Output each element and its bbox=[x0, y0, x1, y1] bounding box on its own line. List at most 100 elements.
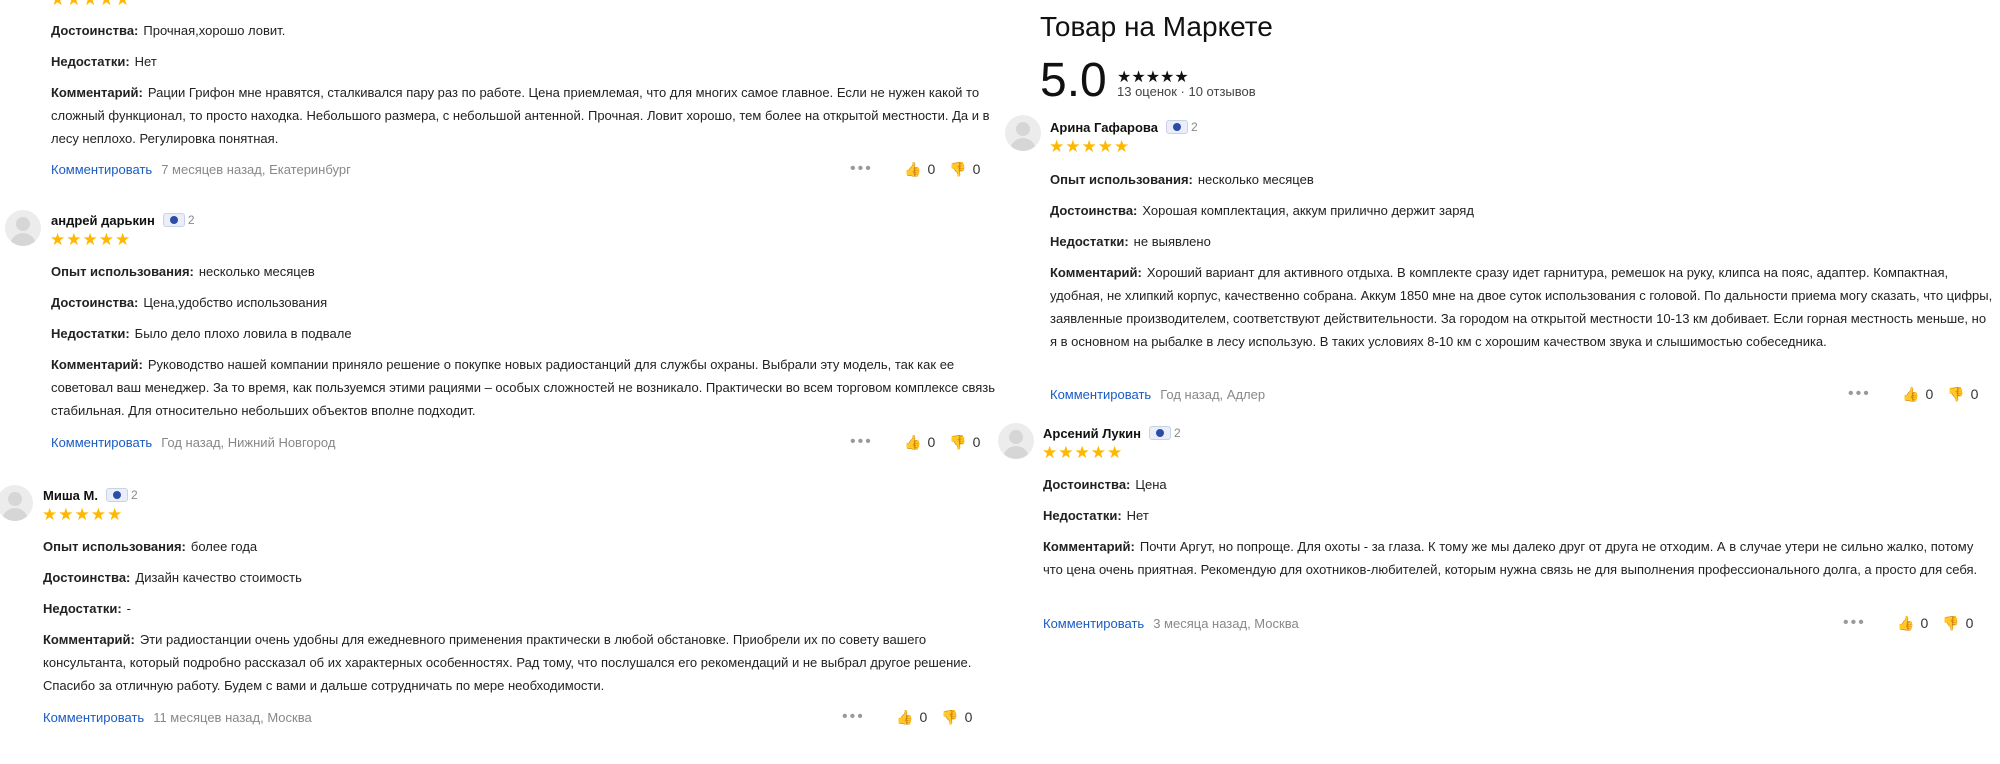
author-name[interactable]: андрей дарькин bbox=[51, 213, 155, 228]
cons-value: - bbox=[126, 601, 132, 616]
comment-field: Комментарий: Руководство нашей компании п… bbox=[51, 353, 996, 422]
review-actions: ••• 👍 0 👎 0 bbox=[1843, 613, 1973, 633]
star-icon: ★ bbox=[58, 505, 74, 524]
star-icon: ★ bbox=[1065, 137, 1081, 156]
reply-link[interactable]: Комментировать bbox=[51, 435, 152, 450]
review-meta: Комментировать 3 месяца назад, Москва bbox=[1043, 613, 1299, 633]
star-icon: ★ bbox=[1097, 137, 1113, 156]
star-icon: ★ bbox=[98, 230, 114, 249]
pros-field: Достоинства: Дизайн качество стоимость bbox=[43, 566, 302, 589]
cons-label: Недостатки: bbox=[43, 601, 122, 616]
star-icon: ★ bbox=[83, 0, 98, 9]
more-options-icon[interactable]: ••• bbox=[842, 708, 882, 726]
cons-label: Недостатки: bbox=[51, 326, 130, 341]
comment-field: Комментарий: Эти радиостанции очень удобн… bbox=[43, 628, 983, 697]
like-button[interactable]: 👍 0 bbox=[904, 434, 935, 451]
experience-value: несколько месяцев bbox=[1197, 172, 1314, 187]
rating-stars: ★★★★★ bbox=[1049, 138, 1129, 156]
pros-value: Цена bbox=[1135, 477, 1167, 492]
star-icon: ★ bbox=[42, 505, 58, 524]
thumb-up-icon: 👍 bbox=[904, 433, 922, 450]
rating-stars: ★★★★★ bbox=[50, 231, 130, 249]
review-date-location: 3 месяца назад, Москва bbox=[1153, 615, 1299, 631]
author-name[interactable]: Арина Гафарова bbox=[1050, 120, 1158, 135]
pros-label: Достоинства: bbox=[51, 295, 139, 310]
star-icon: ★ bbox=[1042, 443, 1058, 462]
reply-link[interactable]: Комментировать bbox=[1050, 387, 1151, 402]
rating-stars: ★★★★★ bbox=[1042, 444, 1122, 462]
cons-field: Недостатки: Было дело плохо ловила в подв… bbox=[51, 322, 352, 345]
thumb-up-icon: 👍 bbox=[1897, 614, 1915, 631]
average-rating: 5.0 bbox=[1040, 54, 1107, 107]
cons-value: не выявлено bbox=[1133, 234, 1211, 249]
avatar bbox=[998, 423, 1034, 459]
author-line: Арина Гафарова 2 bbox=[1050, 117, 1198, 137]
star-icon: ★ bbox=[1081, 137, 1097, 156]
like-button[interactable]: 👍 0 bbox=[904, 161, 935, 178]
comment-value: Руководство нашей компании приняло решен… bbox=[51, 357, 996, 418]
comment-label: Комментарий: bbox=[43, 632, 135, 647]
review-card: Миша М. 2 ★ ★ ★ ★ ★ Опыт использования: более… bbox=[0, 480, 1000, 730]
comment-field: Комментарий: Рации Грифон мне нравятся, с… bbox=[51, 81, 996, 150]
cons-value: Нет bbox=[134, 54, 157, 69]
thumb-up-icon: 👍 bbox=[904, 160, 922, 177]
level-badge-icon bbox=[1148, 426, 1171, 440]
reply-link[interactable]: Комментировать bbox=[1043, 616, 1144, 631]
pros-field: Достоинства: Цена bbox=[1043, 473, 1167, 496]
like-count: 0 bbox=[927, 161, 936, 177]
avatar bbox=[5, 210, 41, 246]
review-card: ★★★★★ Достоинства:Прочная,хорошо ловит. … bbox=[0, 0, 1000, 190]
like-button[interactable]: 👍 0 bbox=[896, 709, 927, 726]
review-meta: Комментировать 7 месяцев назад, Екатерин… bbox=[51, 159, 351, 179]
experience-value: несколько месяцев bbox=[198, 264, 315, 279]
more-options-icon[interactable]: ••• bbox=[1843, 614, 1883, 632]
cons-value: Нет bbox=[1126, 508, 1149, 523]
dislike-button[interactable]: 👎 0 bbox=[949, 434, 980, 451]
reply-link[interactable]: Комментировать bbox=[51, 162, 152, 177]
thumb-down-icon: 👎 bbox=[1942, 614, 1960, 631]
star-icon: ★ bbox=[115, 230, 131, 249]
cons-field: Недостатки: Нет bbox=[1043, 504, 1149, 527]
review-date-location: 7 месяцев назад, Екатеринбург bbox=[161, 161, 351, 177]
more-options-icon[interactable]: ••• bbox=[850, 160, 890, 178]
comment-label: Комментарий: bbox=[1043, 539, 1135, 554]
star-icon: ★ bbox=[66, 230, 82, 249]
pros-value: Цена,удобство использования bbox=[143, 295, 328, 310]
star-icon: ★ bbox=[1058, 443, 1074, 462]
dislike-button[interactable]: 👎 0 bbox=[1947, 386, 1978, 403]
cons-field: Недостатки: Нет bbox=[51, 50, 157, 73]
right-review-column: Товар на Маркете 5.0 ★ ★ ★ ★ ★ 13 оценок · 1… bbox=[998, 0, 2000, 764]
dislike-button[interactable]: 👎 0 bbox=[941, 709, 972, 726]
pros-value: Хорошая комплектация, аккум прилично дер… bbox=[1142, 203, 1474, 218]
author-name[interactable]: Арсений Лукин bbox=[1043, 426, 1141, 441]
thumb-down-icon: 👎 bbox=[941, 708, 959, 725]
review-actions: ••• 👍 0 👎 0 bbox=[842, 707, 972, 727]
cons-value: Было дело плохо ловила в подвале bbox=[134, 326, 352, 341]
thumb-up-icon: 👍 bbox=[1902, 385, 1920, 402]
author-level: 2 bbox=[1173, 426, 1181, 440]
avatar bbox=[1005, 115, 1041, 151]
reply-link[interactable]: Комментировать bbox=[43, 710, 144, 725]
star-icon: ★ bbox=[115, 0, 130, 9]
level-badge-icon bbox=[1165, 120, 1188, 134]
author-name[interactable]: Миша М. bbox=[43, 488, 98, 503]
author-level-badge: 2 bbox=[1165, 120, 1198, 134]
like-button[interactable]: 👍 0 bbox=[1902, 386, 1933, 403]
like-button[interactable]: 👍 0 bbox=[1897, 615, 1928, 632]
experience-field: Опыт использования: более года bbox=[43, 535, 257, 558]
review-actions: ••• 👍 0 👎 0 bbox=[1848, 384, 1978, 404]
more-options-icon[interactable]: ••• bbox=[850, 433, 890, 451]
pros-label: Достоинства: bbox=[1043, 477, 1131, 492]
more-options-icon[interactable]: ••• bbox=[1848, 385, 1888, 403]
ratings-summary[interactable]: 13 оценок · 10 отзывов bbox=[1117, 84, 1256, 99]
thumb-down-icon: 👎 bbox=[1947, 385, 1965, 402]
dislike-button[interactable]: 👎 0 bbox=[949, 161, 980, 178]
star-icon: ★ bbox=[1049, 137, 1065, 156]
review-meta: Комментировать Год назад, Адлер bbox=[1050, 384, 1265, 404]
star-icon: ★ bbox=[1090, 443, 1106, 462]
author-level: 2 bbox=[1190, 120, 1198, 134]
dislike-button[interactable]: 👎 0 bbox=[1942, 615, 1973, 632]
star-icon: ★ bbox=[1114, 137, 1130, 156]
pros-field: Достоинства: Прочная,хорошо ловит. bbox=[51, 19, 285, 42]
like-count: 0 bbox=[927, 434, 936, 450]
